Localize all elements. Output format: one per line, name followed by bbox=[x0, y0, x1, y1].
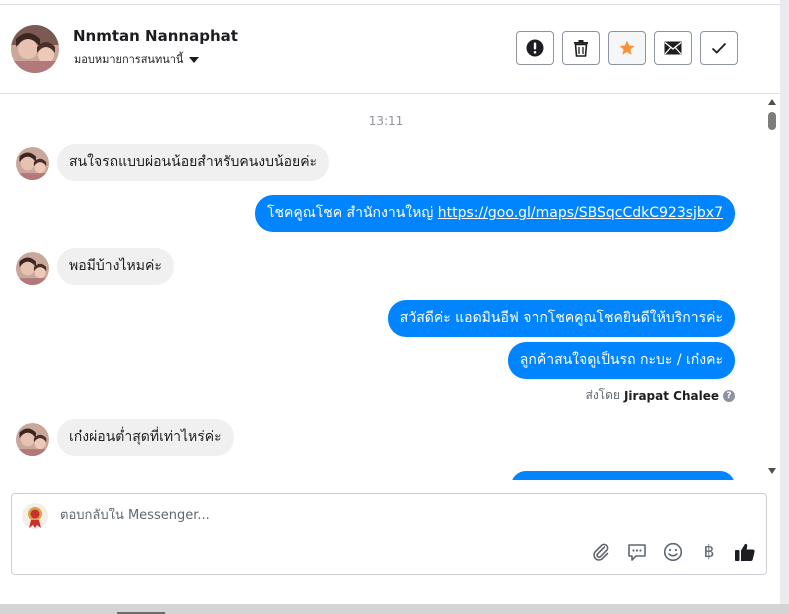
scroll-up-arrow-icon[interactable] bbox=[768, 99, 776, 105]
message-outgoing: โชคคูณโชค สำนักงานใหญ่ https://goo.gl/ma… bbox=[254, 195, 735, 232]
message-outgoing-partial bbox=[511, 471, 735, 480]
exclamation-circle-icon bbox=[526, 39, 544, 57]
header-actions bbox=[516, 31, 738, 65]
message-thread[interactable]: 13:11 สนใจรถแบบผ่อนน้อยสำหรับคนงบน้อยค่ะ… bbox=[0, 94, 764, 480]
contact-avatar-small bbox=[16, 147, 49, 180]
message-incoming: เก๋งผ่อนต่ำสุดที่เท่าไหร่ค่ะ bbox=[57, 419, 234, 456]
conversation-header: Nnmtan Nannaphat มอบหมายการสนทนานี้ bbox=[0, 5, 780, 94]
chevron-down-icon bbox=[189, 57, 200, 63]
page-avatar bbox=[22, 503, 48, 529]
attach-button[interactable] bbox=[590, 541, 612, 563]
smiley-icon bbox=[663, 542, 683, 562]
scrollbar-thumb[interactable] bbox=[768, 112, 776, 130]
message-incoming: พอมีบ้างไหมค่ะ bbox=[57, 248, 174, 285]
message-outgoing: สวัสดีค่ะ แอดมินอีฟ จากโชคคูณโชคยินดีให้… bbox=[387, 300, 735, 337]
composer-toolbar: ฿ bbox=[590, 541, 756, 563]
message-composer: ฿ bbox=[11, 493, 767, 575]
contact-avatar-small bbox=[16, 423, 49, 456]
speech-bubble-icon bbox=[628, 543, 646, 561]
reply-input[interactable] bbox=[60, 508, 660, 523]
star-button[interactable] bbox=[608, 31, 646, 65]
contact-name[interactable]: Nnmtan Nannaphat bbox=[73, 27, 238, 45]
spam-button[interactable] bbox=[516, 31, 554, 65]
payment-button[interactable]: ฿ bbox=[698, 541, 720, 563]
sent-by-label: ส่งโดย Jirapat Chalee ? bbox=[585, 386, 735, 405]
assign-label: มอบหมายการสนทนานี้ bbox=[74, 53, 184, 66]
baht-icon: ฿ bbox=[703, 542, 715, 562]
like-button[interactable] bbox=[734, 541, 756, 563]
saved-replies-button[interactable] bbox=[626, 541, 648, 563]
assign-conversation-dropdown[interactable]: มอบหมายการสนทนานี้ bbox=[74, 50, 200, 68]
thread-scrollbar[interactable] bbox=[764, 94, 780, 480]
thumbs-up-icon bbox=[735, 543, 755, 561]
window-bottom-bar bbox=[0, 604, 789, 614]
paperclip-icon bbox=[593, 543, 609, 561]
message-text: โชคคูณโชค สำนักงานใหญ่ bbox=[266, 205, 438, 221]
maps-link[interactable]: https://goo.gl/maps/SBSqcCdkC923sjbx7 bbox=[438, 205, 723, 221]
emoji-button[interactable] bbox=[662, 541, 684, 563]
sent-by-name: Jirapat Chalee bbox=[623, 388, 719, 403]
message-outgoing: ลูกค้าสนใจดูเป็นรถ กะบะ / เก๋งคะ bbox=[507, 342, 735, 379]
delete-button[interactable] bbox=[562, 31, 600, 65]
message-timestamp: 13:11 bbox=[368, 114, 404, 128]
message-incoming: สนใจรถแบบผ่อนน้อยสำหรับคนงบน้อยค่ะ bbox=[57, 144, 330, 181]
scroll-down-arrow-icon[interactable] bbox=[768, 468, 776, 474]
envelope-icon bbox=[664, 41, 682, 55]
contact-avatar-small bbox=[16, 252, 49, 285]
sent-by-prefix: ส่งโดย bbox=[585, 388, 620, 402]
messenger-panel: Nnmtan Nannaphat มอบหมายการสนทนานี้ 13:1… bbox=[0, 0, 780, 604]
help-icon[interactable]: ? bbox=[723, 389, 735, 402]
trash-icon bbox=[574, 40, 588, 57]
done-button[interactable] bbox=[700, 31, 738, 65]
email-button[interactable] bbox=[654, 31, 692, 65]
contact-avatar[interactable] bbox=[11, 25, 59, 73]
checkmark-icon bbox=[711, 42, 727, 54]
star-icon bbox=[619, 40, 635, 55]
